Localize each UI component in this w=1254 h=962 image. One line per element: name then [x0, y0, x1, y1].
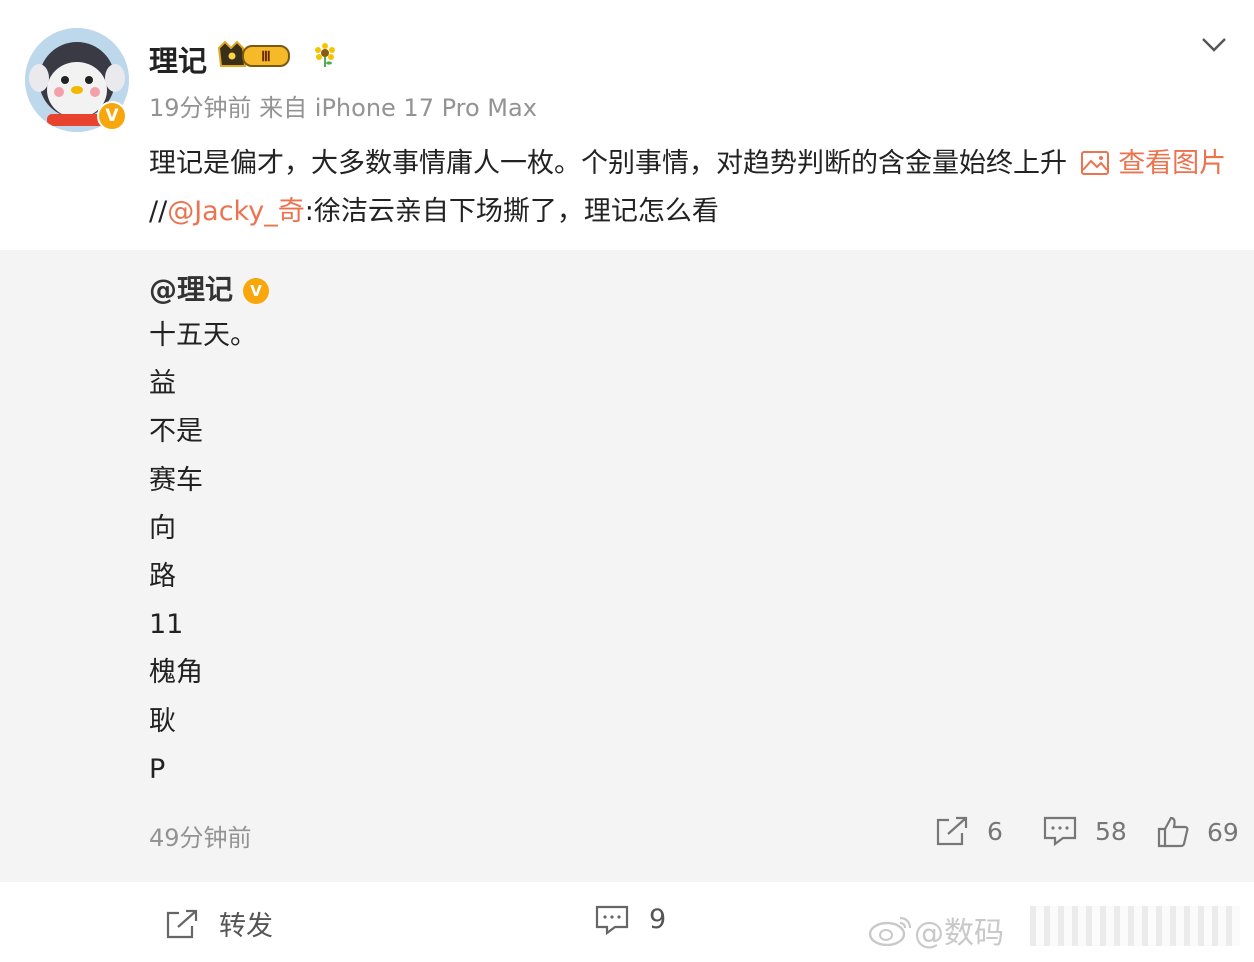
original-author[interactable]: @理记 V: [149, 268, 270, 308]
repost-comment: :徐洁云亲自下场撕了，理记怎么看: [304, 196, 719, 227]
post-text: 理记是偏才，大多数事情庸人一枚。个别事情，对趋势判断的含金量始终上升 查看图片 …: [149, 140, 1239, 236]
repost-separator: //: [149, 196, 168, 227]
text-line: 十五天。: [149, 320, 257, 351]
text-line: 赛车: [149, 464, 203, 496]
bottom-comment-count: 9: [649, 904, 667, 935]
chevron-down-icon[interactable]: [1200, 32, 1228, 56]
username[interactable]: 理记: [149, 38, 207, 80]
vip-crown-badge-icon[interactable]: Ⅲ: [217, 40, 293, 70]
text-line: 益: [149, 368, 176, 400]
post-card: V 理记 Ⅲ 19分钟前 来自 iPhone 17 Pro Max 理记是偏才，…: [0, 0, 1254, 250]
share-button[interactable]: 6: [935, 816, 1003, 846]
text-line: 11: [149, 609, 184, 641]
comment-button[interactable]: 58: [1043, 816, 1127, 846]
original-time: 49分钟前: [149, 824, 252, 852]
verified-badge-icon: V: [243, 278, 270, 304]
text-line: 槐角: [149, 657, 203, 689]
comment-icon: [595, 905, 629, 935]
view-image-link[interactable]: 查看图片: [1118, 148, 1226, 179]
original-author-name[interactable]: @理记: [149, 273, 233, 306]
comment-count: 58: [1095, 816, 1127, 846]
action-bar: 转发 9 @数码: [0, 882, 1254, 962]
text-line: 耿: [149, 705, 176, 737]
share-icon: [936, 816, 968, 846]
like-count: 69: [1207, 817, 1239, 847]
original-post[interactable]: @理记 V 十五天。 益 不是 赛车 向 路 11 槐角 耿 P 49分钟前 6 …: [0, 250, 1254, 882]
share-count: 6: [987, 816, 1003, 846]
text-line: P: [149, 753, 166, 785]
text-line: 向: [149, 512, 176, 544]
mention-link[interactable]: @Jacky_奇: [167, 196, 305, 227]
verified-badge-icon: V: [97, 101, 127, 131]
thumbs-up-icon: [1157, 816, 1189, 848]
svg-text:Ⅲ: Ⅲ: [261, 50, 271, 65]
text-line: 路: [149, 560, 176, 592]
like-button[interactable]: 69: [1157, 816, 1239, 848]
original-text: 十五天。 益 不是 赛车 向 路 11 槐角 耿 P: [149, 312, 257, 794]
watermark: @数码: [868, 908, 1004, 952]
forward-button[interactable]: 转发: [165, 904, 273, 943]
bottom-comment-button[interactable]: 9: [595, 904, 666, 935]
forward-label: 转发: [219, 911, 273, 942]
forward-icon: [166, 909, 198, 938]
text-line: 不是: [149, 416, 203, 448]
watermark-text: @数码: [914, 916, 1004, 951]
comment-icon: [1043, 816, 1077, 846]
watermark-blur: [1030, 906, 1240, 946]
sunflower-icon: [315, 43, 335, 67]
post-text-main: 理记是偏才，大多数事情庸人一枚。个别事情，对趋势判断的含金量始终上升: [149, 148, 1067, 179]
weibo-logo-icon: [868, 916, 912, 946]
post-meta: 19分钟前 来自 iPhone 17 Pro Max: [149, 94, 537, 122]
image-icon[interactable]: [1080, 150, 1110, 176]
